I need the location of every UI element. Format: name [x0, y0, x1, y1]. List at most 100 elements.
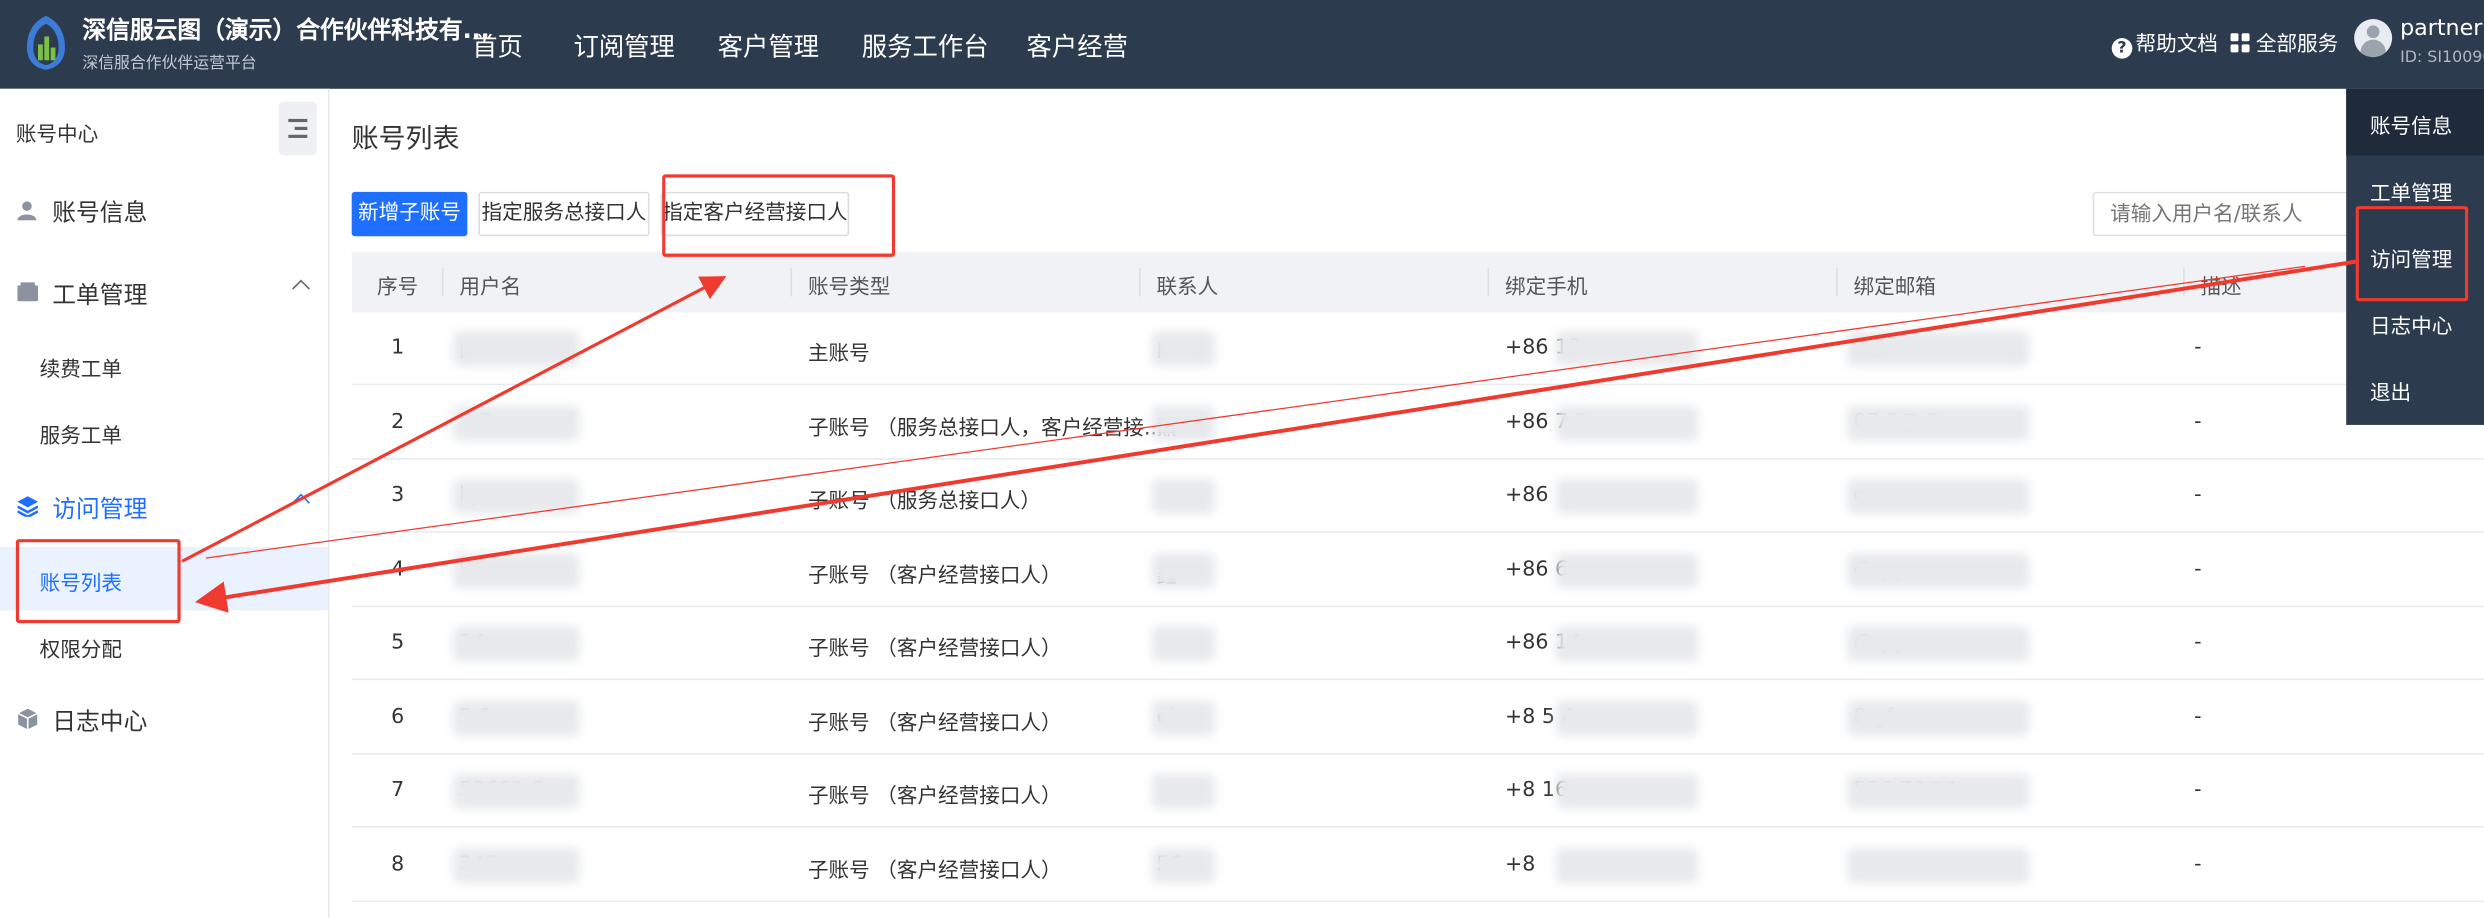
redaction-blur [453, 847, 580, 883]
nav-customer-operation[interactable]: 客户经营 [1027, 25, 1128, 63]
column-header: 联系人 [1156, 275, 1219, 300]
user-icon [17, 201, 37, 221]
column-divider [1487, 267, 1490, 297]
cell-type: 子账号 （服务总接口人，客户经营接... [807, 416, 1164, 440]
dropdown-label: 退出 [2369, 382, 2412, 406]
cell-index: 6 [391, 704, 405, 729]
column-header: 绑定邮箱 [1853, 275, 1936, 300]
cell-desc: - [2194, 409, 2202, 434]
redaction-blur [1151, 478, 1216, 514]
sidebar-label: 权限分配 [39, 638, 123, 663]
all-services-label: 全部服务 [2255, 33, 2339, 58]
sidebar-item-service-ticket[interactable]: 服务工单 [0, 400, 328, 463]
sidebar-label: 服务工单 [39, 424, 123, 449]
column-header: 绑定手机 [1504, 275, 1588, 300]
cell-type: 子账号 （服务总接口人） [807, 489, 1042, 514]
dropdown-item-logout[interactable]: 退出 [2346, 355, 2484, 422]
grid-icon [2230, 33, 2250, 53]
nav-service-workbench[interactable]: 服务工作台 [862, 25, 989, 63]
cell-index: 8 [391, 852, 405, 876]
redaction-blur [1847, 405, 2030, 440]
table-row[interactable]: 65 9子账号 （客户经营接口人）ei+8 5 48 gfor.c- [351, 681, 2484, 754]
table-row[interactable]: 27 3子账号 （服务总接口人，客户经营接...薰+86 7 307 3@ 3.… [351, 386, 2484, 460]
sidebar-label: 工单管理 [52, 280, 148, 310]
redaction-blur [453, 405, 580, 440]
sidebar-item-renewal-ticket[interactable]: 续费工单 [0, 333, 328, 396]
assign-service-contact-button[interactable]: 指定服务总接口人 [478, 191, 650, 237]
ticket-icon [17, 282, 39, 302]
redaction-blur [1847, 773, 2030, 809]
cell-type: 子账号 （客户经营接口人） [807, 858, 1062, 883]
sidebar-label: 续费工单 [39, 358, 123, 383]
brand-subtitle: 深信服合作伙伴运营平台 [82, 55, 257, 73]
table-row[interactable]: 8247子账号 （客户经营接口人）56+8- [351, 828, 2484, 902]
sidebar-item-log[interactable]: 日志中心 [0, 688, 328, 751]
cell-index: 5 [391, 631, 405, 655]
annotation-box-assign-button [662, 174, 896, 257]
user-name[interactable]: partner [2400, 16, 2482, 41]
redaction-blur [1847, 626, 2030, 662]
avatar[interactable] [2354, 19, 2393, 58]
layers-icon [17, 496, 39, 517]
dropdown-label: 工单管理 [2369, 182, 2453, 207]
cell-desc: - [2194, 631, 2202, 655]
redaction-blur [1151, 847, 1216, 883]
dropdown-label: 账号信息 [2369, 115, 2453, 140]
redaction-blur [1847, 847, 2030, 883]
cell-desc: - [2194, 778, 2202, 803]
cell-desc: - [2194, 704, 2202, 729]
redaction-blur [1151, 699, 1216, 735]
table-row[interactable]: 514子账号 （客户经营接口人）+86 14@qq.- [351, 607, 2484, 681]
redaction-blur [1555, 773, 1699, 809]
sidebar-item-access[interactable]: 访问管理 [0, 476, 328, 539]
all-services-link[interactable]: 全部服务 [2230, 27, 2339, 58]
collapse-sidebar-button[interactable] [278, 101, 317, 156]
table-row[interactable]: 3ky子账号 （服务总接口人）+86q.co- [351, 460, 2484, 533]
table-row[interactable]: 753681 9子账号 （客户经营接口人）+8 16536 79@1 om- [351, 755, 2484, 828]
cell-desc: - [2194, 336, 2202, 360]
nav-home[interactable]: 首页 [472, 25, 523, 63]
redaction-blur [1555, 552, 1699, 588]
table-row[interactable]: 496子账号 （客户经营接口人）鑫+86 6@qq- [351, 534, 2484, 607]
app-root: 深信服云图（演示）合作伙伴科技有... 深信服合作伙伴运营平台 首页 订阅管理 … [0, 0, 2484, 918]
redaction-blur [453, 626, 580, 662]
cell-index: 1 [391, 336, 405, 360]
column-header: 序号 [377, 275, 419, 300]
annotation-box-access-menu [2355, 206, 2469, 302]
search-input[interactable] [2092, 191, 2363, 237]
cube-icon [17, 708, 38, 730]
cell-phone: +8 [1504, 852, 1536, 876]
redaction-blur [1555, 699, 1699, 735]
sidebar-item-account-info[interactable]: 账号信息 [0, 179, 328, 242]
column-divider [1836, 267, 1838, 297]
nav-subscription[interactable]: 订阅管理 [573, 25, 674, 63]
cell-type: 子账号 （客户经营接口人） [807, 784, 1062, 809]
chevron-up-icon [292, 279, 310, 298]
cell-desc: - [2194, 852, 2202, 876]
redaction-blur [1847, 699, 2030, 735]
column-header: 账号类型 [807, 275, 891, 300]
redaction-blur [453, 552, 580, 588]
column-header: 描述 [2200, 275, 2242, 300]
redaction-blur [453, 331, 580, 367]
table-row[interactable]: 1p er主账号p+86 131@- [351, 312, 2484, 386]
cell-desc: - [2194, 483, 2202, 508]
cell-desc: - [2194, 557, 2202, 582]
cell-index: 7 [391, 778, 405, 803]
dropdown-label: 日志中心 [2369, 315, 2453, 340]
chevron-up-icon [292, 493, 310, 512]
sidebar-label: 访问管理 [52, 494, 148, 524]
page-title: 账号列表 [351, 123, 460, 156]
help-docs-link[interactable]: ? 帮助文档 [2111, 27, 2218, 59]
redaction-blur [1151, 773, 1216, 809]
logo-icon [26, 15, 65, 70]
dropdown-item-account-info[interactable]: 账号信息 [2346, 88, 2484, 156]
add-sub-account-button[interactable]: 新增子账号 [351, 191, 468, 237]
brand-title: 深信服云图（演示）合作伙伴科技有... [82, 15, 490, 45]
redaction-blur [453, 699, 580, 735]
nav-customer[interactable]: 客户管理 [718, 25, 819, 63]
redaction-blur [1151, 405, 1216, 440]
redaction-blur [1555, 405, 1699, 440]
sidebar-item-ticket[interactable]: 工单管理 [0, 262, 328, 325]
redaction-blur [1151, 626, 1216, 662]
